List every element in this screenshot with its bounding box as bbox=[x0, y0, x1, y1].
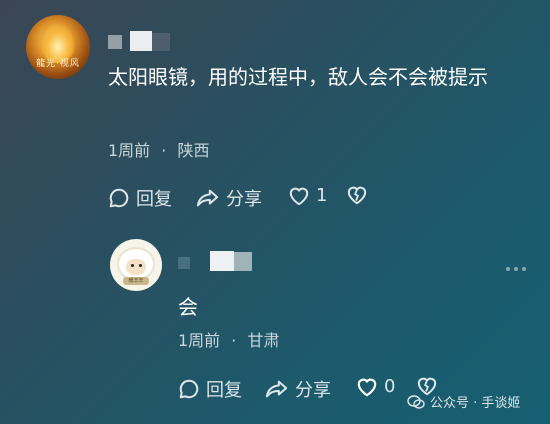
replier-name-redacted[interactable] bbox=[178, 251, 252, 271]
sheep-eye bbox=[131, 264, 134, 267]
meta-separator: · bbox=[231, 331, 237, 350]
like-count: 1 bbox=[316, 185, 328, 206]
watermark-text: 公众号 · 手谈姬 bbox=[430, 396, 521, 411]
commenter-name-redacted[interactable] bbox=[108, 31, 170, 51]
share-arrow-icon bbox=[265, 380, 288, 398]
share-button[interactable]: 分享 bbox=[196, 185, 262, 211]
reply-time: 1周前 bbox=[178, 331, 221, 350]
reply-meta: 1周前 · 甘肃 bbox=[178, 327, 279, 351]
comment-meta: 1周前 · 陕西 bbox=[108, 137, 209, 161]
meta-separator: · bbox=[161, 141, 167, 160]
share-label: 分享 bbox=[295, 380, 331, 401]
heart-icon bbox=[289, 187, 309, 205]
reply-label: 回复 bbox=[136, 189, 172, 210]
broken-heart-icon bbox=[347, 186, 367, 205]
share-arrow-icon bbox=[196, 189, 219, 207]
comment-location: 陕西 bbox=[177, 141, 210, 160]
comment-bubble-icon bbox=[109, 188, 129, 208]
more-dots-icon[interactable] bbox=[506, 267, 526, 271]
like-button[interactable]: 1 bbox=[288, 185, 327, 206]
like-button[interactable]: 0 bbox=[356, 376, 395, 397]
reply-button[interactable]: 回复 bbox=[108, 185, 172, 211]
share-button[interactable]: 分享 bbox=[265, 376, 331, 402]
reply-button[interactable]: 回复 bbox=[178, 376, 242, 402]
wechat-logo-icon bbox=[407, 394, 425, 409]
watermark: 公众号 · 手谈姬 bbox=[407, 392, 520, 411]
comment-bubble-icon bbox=[179, 379, 199, 399]
comment-time: 1周前 bbox=[108, 141, 151, 160]
sheep-eye bbox=[139, 264, 142, 267]
sheep-face bbox=[126, 259, 146, 275]
share-label: 分享 bbox=[226, 189, 262, 210]
dislike-button[interactable] bbox=[346, 185, 368, 205]
like-count: 0 bbox=[384, 376, 396, 397]
avatar-caption: 龍光·视风 bbox=[36, 59, 80, 69]
avatar-badge: 暖羊羊 bbox=[123, 277, 149, 285]
reply-text: 会 bbox=[178, 295, 198, 319]
comment-text: 太阳眼镜，用的过程中，敌人会不会被提示 bbox=[108, 65, 488, 89]
reply-location: 甘肃 bbox=[247, 331, 280, 350]
replier-avatar[interactable]: 暖羊羊 bbox=[110, 239, 162, 291]
commenter-avatar[interactable]: 龍光·视风 bbox=[26, 15, 90, 79]
reply-label: 回复 bbox=[206, 380, 242, 401]
heart-icon bbox=[357, 378, 377, 396]
